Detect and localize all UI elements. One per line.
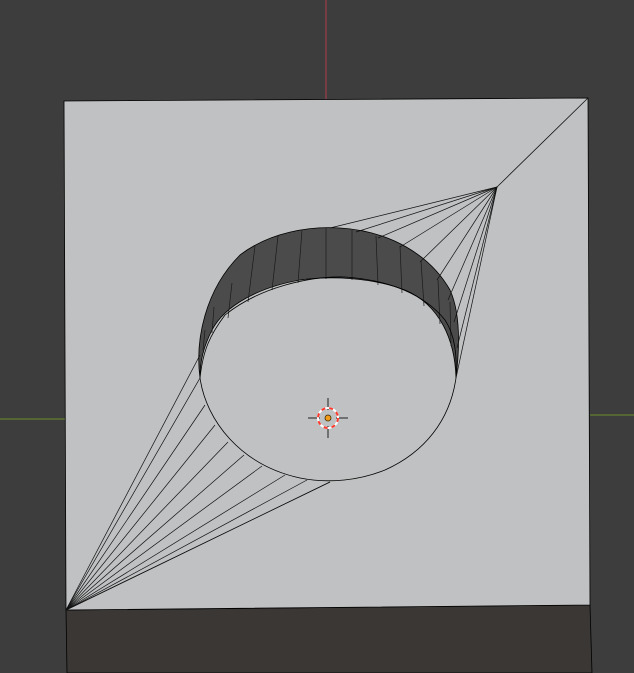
mesh-side-face [65, 604, 593, 673]
3d-viewport[interactable] [0, 0, 634, 673]
mesh-top-face [63, 97, 591, 611]
object-origin-dot [324, 414, 332, 422]
